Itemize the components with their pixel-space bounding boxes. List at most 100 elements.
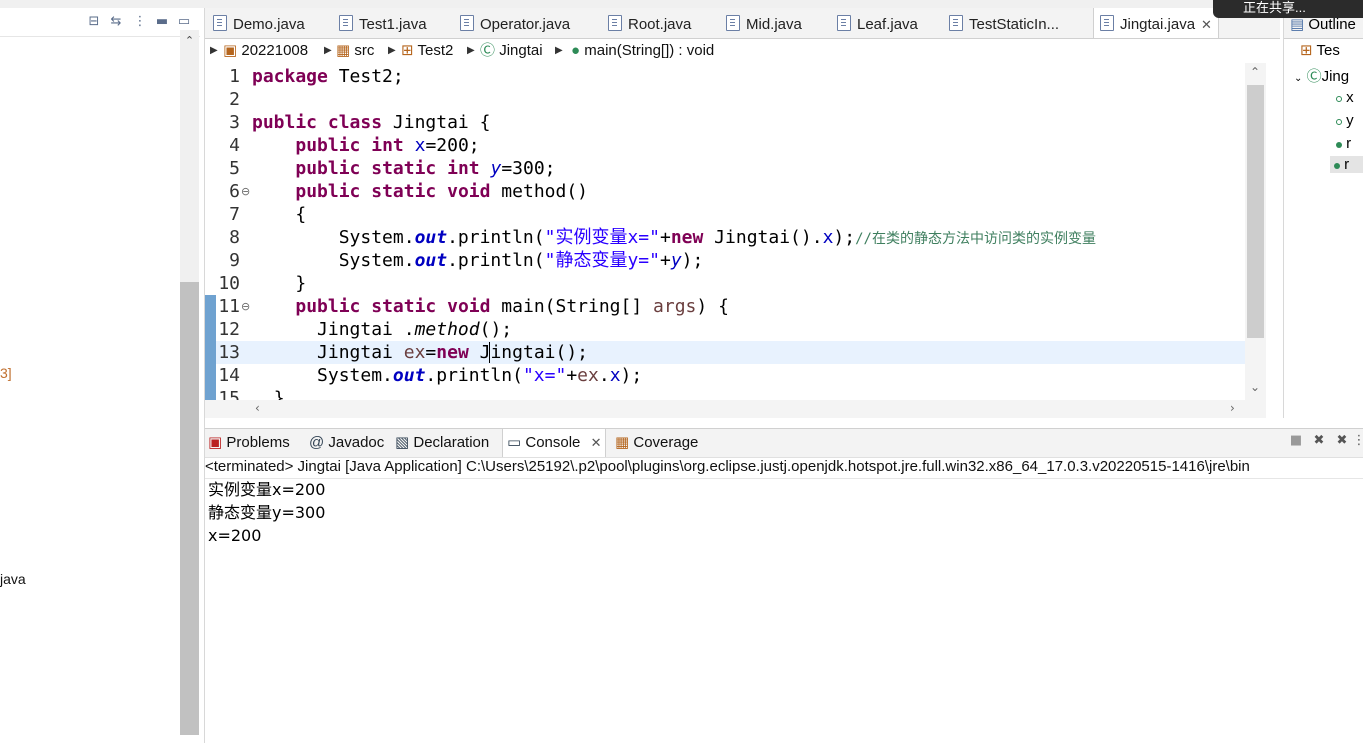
- tree-item-fragment[interactable]: java: [0, 571, 26, 587]
- static-field-name: out: [414, 227, 448, 248]
- method-icon: [1336, 142, 1342, 148]
- tab-label: Outline: [1308, 16, 1356, 33]
- collapse-all-icon[interactable]: ⊟: [86, 14, 102, 30]
- tab-label: TestStaticIn...: [969, 16, 1060, 33]
- scroll-up-arrow-icon[interactable]: ⌃: [182, 34, 197, 47]
- view-menu-icon[interactable]: ⋮: [1351, 433, 1363, 449]
- chevron-right-icon[interactable]: ▶: [324, 39, 332, 63]
- terminate-icon[interactable]: ■: [1288, 433, 1304, 449]
- view-menu-icon[interactable]: ⋮: [132, 14, 148, 30]
- class-icon: Ⓒ: [480, 42, 496, 59]
- code-line: 10 }: [205, 272, 1245, 295]
- tab-javadoc[interactable]: @ Javadoc: [309, 429, 384, 457]
- fold-toggle-icon[interactable]: ⊖: [241, 180, 250, 203]
- line-number: 9: [229, 250, 240, 271]
- keyword: class: [327, 112, 383, 133]
- editor-horizontal-scrollbar[interactable]: ‹ ›: [205, 400, 1266, 418]
- remove-all-terminated-icon[interactable]: ✖: [1334, 433, 1350, 449]
- chevron-right-icon[interactable]: ▶: [388, 39, 396, 63]
- breadcrumb-src[interactable]: ▦ src: [336, 39, 374, 63]
- scrollbar-thumb[interactable]: [1247, 85, 1264, 338]
- chevron-right-icon[interactable]: ▶: [555, 39, 563, 63]
- line-number: 8: [229, 227, 240, 248]
- chevron-right-icon[interactable]: ▶: [467, 39, 475, 63]
- breadcrumb-method[interactable]: ● main(String[]) : void: [571, 39, 714, 63]
- tab-label: Leaf.java: [857, 16, 918, 33]
- code-line: 1 package Test2;: [205, 65, 1245, 88]
- maximize-icon[interactable]: ▭: [176, 14, 192, 30]
- toast-text: 正在共享...: [1243, 0, 1306, 15]
- tab-leaf-java[interactable]: Leaf.java: [837, 8, 918, 38]
- tab-label: Test1.java: [359, 16, 427, 33]
- code-text: =200;: [425, 135, 480, 156]
- tab-label: Root.java: [628, 16, 692, 33]
- project-icon: ▣: [223, 42, 238, 59]
- scrollbar-thumb[interactable]: [180, 282, 199, 735]
- package-explorer-panel: ⊟ ⇆ ⋮ ▬ ▭ 3] java: [0, 8, 205, 743]
- line-number: 1: [229, 66, 240, 87]
- code-text: Jingtai().: [703, 227, 823, 248]
- string-literal: "x=": [522, 365, 567, 386]
- line-number: 7: [229, 204, 240, 225]
- scroll-down-arrow-icon[interactable]: ⌄: [1250, 380, 1260, 394]
- keyword: new: [436, 342, 469, 363]
- console-output-line: 实例变量x=200: [208, 480, 326, 499]
- code-line: 11 ⊖ public static void main(String[] arg…: [205, 295, 1245, 318]
- keyword: new: [670, 227, 704, 248]
- static-method-name: method: [414, 319, 480, 340]
- outline-item-field[interactable]: x: [1336, 89, 1354, 106]
- tab-declaration[interactable]: ▧ Declaration: [395, 429, 489, 457]
- console-process-header: <terminated> Jingtai [Java Application] …: [205, 456, 1363, 479]
- tab-teststaticin-java[interactable]: TestStaticIn...: [949, 8, 1059, 38]
- fold-toggle-icon[interactable]: ⊖: [241, 295, 250, 318]
- breadcrumb-project[interactable]: ▣ 20221008: [223, 39, 308, 63]
- tab-jingtai-java[interactable]: Jingtai.java ✕: [1093, 8, 1219, 38]
- keyword: void: [447, 181, 491, 202]
- code-text: System.: [338, 250, 415, 271]
- breadcrumb-class[interactable]: Ⓒ Jingtai: [480, 39, 543, 63]
- code-text: =300;: [501, 158, 556, 179]
- tab-demo-java[interactable]: Demo.java: [213, 8, 305, 38]
- chevron-down-icon[interactable]: ⌄: [1294, 73, 1302, 84]
- keyword: public: [295, 296, 361, 317]
- code-line: 12 Jingtai .method();: [205, 318, 1245, 341]
- code-text: Jingtai: [317, 342, 404, 363]
- outline-label: Jing: [1321, 68, 1350, 85]
- breadcrumb-package[interactable]: ⊞ Test2: [401, 39, 453, 63]
- code-text: ();: [479, 319, 513, 340]
- chevron-right-icon[interactable]: ▶: [210, 39, 218, 63]
- scroll-up-arrow-icon[interactable]: ⌃: [1250, 65, 1260, 79]
- tab-label: Jingtai.java: [1120, 16, 1196, 33]
- code-text: main(String[]: [490, 296, 654, 317]
- tab-label: Operator.java: [480, 16, 571, 33]
- close-tab-icon[interactable]: ✕: [1201, 18, 1212, 33]
- scroll-left-arrow-icon[interactable]: ‹: [255, 401, 260, 415]
- tab-coverage[interactable]: ▦ Coverage: [615, 429, 698, 457]
- outline-item-package[interactable]: ⊞ Tes: [1300, 41, 1340, 59]
- code-editor[interactable]: 1 package Test2; 2 3 public class Jingtai …: [205, 63, 1245, 400]
- tab-operator-java[interactable]: Operator.java: [460, 8, 570, 38]
- close-tab-icon[interactable]: ✕: [591, 436, 602, 451]
- outline-item-class[interactable]: ⌄ ⒸJing: [1294, 65, 1349, 86]
- remove-launch-icon[interactable]: ✖: [1311, 433, 1327, 449]
- tab-problems[interactable]: ▣ Problems: [208, 429, 290, 457]
- bottom-tab-bar: ▣ Problems @ Javadoc ▧ Declaration ▭ Con…: [205, 428, 1363, 458]
- outline-item-method-selected[interactable]: r: [1330, 156, 1363, 173]
- class-icon: Ⓒ: [1306, 68, 1322, 85]
- tab-console[interactable]: ▭ Console ✕: [502, 429, 607, 457]
- outline-item-field[interactable]: y: [1336, 112, 1354, 129]
- link-editor-icon[interactable]: ⇆: [108, 14, 124, 30]
- tab-root-java[interactable]: Root.java: [608, 8, 691, 38]
- outline-item-method[interactable]: r: [1336, 135, 1351, 152]
- static-field-name: y: [670, 250, 682, 271]
- tab-test1-java[interactable]: Test1.java: [339, 8, 427, 38]
- parameter-name: args: [653, 296, 697, 317]
- tab-mid-java[interactable]: Mid.java: [726, 8, 802, 38]
- minimize-icon[interactable]: ▬: [154, 14, 170, 30]
- tree-item-fragment[interactable]: 3]: [0, 365, 12, 381]
- outline-label: Tes: [1316, 42, 1340, 59]
- change-ruler-marker: [205, 295, 216, 400]
- breadcrumb-label: 20221008: [241, 42, 309, 59]
- editor-tab-bar: Demo.java Test1.java Operator.java Root.…: [205, 8, 1280, 39]
- scroll-right-arrow-icon[interactable]: ›: [1230, 401, 1235, 415]
